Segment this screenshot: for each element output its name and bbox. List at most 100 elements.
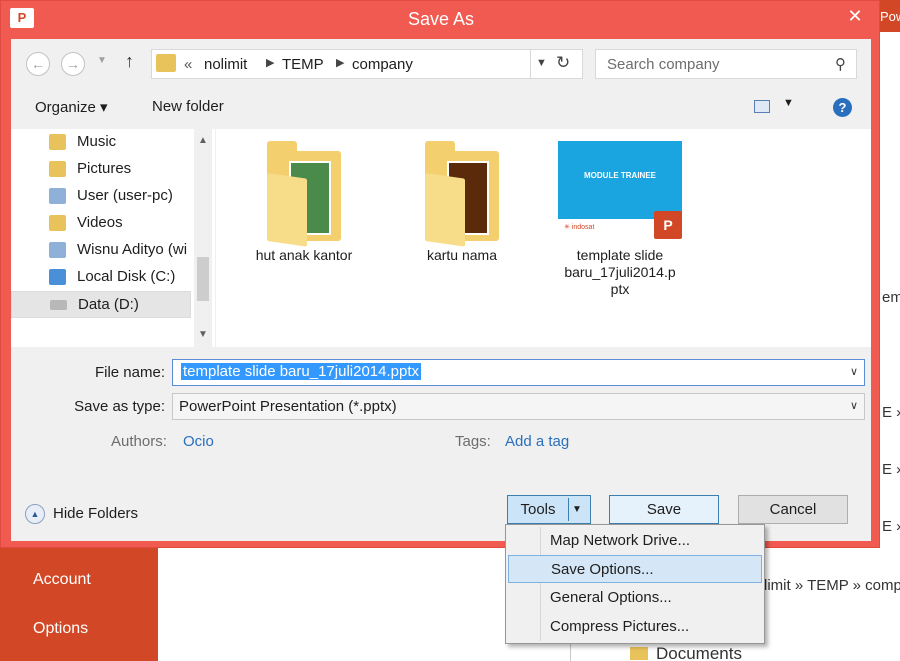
save-as-type-value: PowerPoint Presentation (*.pptx)	[179, 398, 397, 415]
breadcrumb-company[interactable]: company	[352, 56, 413, 73]
up-arrow-icon[interactable]: ↑	[125, 51, 134, 72]
music-folder-icon	[49, 134, 66, 150]
thumbnail-title: MODULE TRAINEE	[584, 171, 656, 180]
sidebar-item-music[interactable]: Music	[11, 129, 191, 156]
file-label-line: baru_17juli2014.p	[564, 264, 676, 280]
hide-folders-label: Hide Folders	[53, 505, 139, 522]
file-item-folder[interactable]: hut anak kantor	[234, 141, 374, 264]
dialog-titlebar[interactable]: P Save As ✕	[1, 1, 881, 39]
file-item-folder[interactable]: kartu nama	[392, 141, 532, 264]
save-as-dialog: P Save As ✕ ← → ▼ ↑ « nolimit ▶ TEMP ▶ c…	[0, 0, 880, 548]
search-icon: ⚲	[835, 56, 846, 73]
background-app-title-fragment: Pow	[880, 0, 900, 32]
save-as-type-label: Save as type:	[74, 398, 165, 415]
search-placeholder: Search company	[607, 56, 720, 73]
disk-icon	[49, 269, 66, 285]
menu-item-save-options[interactable]: Save Options...	[508, 555, 762, 583]
backstage-nav-account[interactable]: Account	[33, 571, 91, 589]
tags-field[interactable]: Add a tag	[505, 433, 569, 450]
sidebar-item-videos[interactable]: Videos	[11, 210, 191, 237]
background-recent-path[interactable]: limit » TEMP » comp	[764, 577, 900, 594]
backstage-nav-options[interactable]: Options	[33, 620, 88, 638]
powerpoint-file-icon: P	[654, 211, 682, 239]
scroll-down-icon[interactable]: ▼	[198, 329, 208, 340]
tags-label: Tags:	[455, 433, 491, 450]
file-list[interactable]: hut anak kantor kartu nama MODULE TRAINE…	[216, 129, 871, 347]
scrollbar-thumb[interactable]	[197, 257, 209, 301]
breadcrumb-nolimit[interactable]: nolimit	[204, 56, 247, 73]
backstage-nav: Account Options	[0, 548, 158, 661]
videos-folder-icon	[49, 215, 66, 231]
search-input[interactable]: Search company ⚲	[595, 49, 857, 79]
file-name-input[interactable]: template slide baru_17juli2014.pptx ∨	[172, 359, 865, 386]
file-item-label: hut anak kantor	[255, 247, 353, 263]
close-button[interactable]: ✕	[835, 3, 875, 29]
tools-menu: Map Network Drive... Save Options... Gen…	[505, 524, 765, 644]
menu-item-label: General Options...	[550, 589, 672, 606]
authors-field[interactable]: Ocio	[183, 433, 214, 450]
save-button[interactable]: Save	[609, 495, 719, 524]
dialog-body: ← → ▼ ↑ « nolimit ▶ TEMP ▶ company ▼ ↻ S…	[11, 39, 871, 541]
address-dropdown-chevron-icon[interactable]: ▼	[536, 57, 547, 69]
menu-item-label: Map Network Drive...	[550, 532, 691, 549]
navigation-scrollbar[interactable]	[194, 129, 212, 347]
folder-icon	[156, 54, 176, 72]
organize-menu-button[interactable]: Organize ▾	[35, 98, 108, 116]
navigation-pane[interactable]: Music Pictures User (user-pc) Videos Wis…	[11, 129, 215, 347]
background-text-fragment: E »	[882, 518, 900, 535]
sidebar-item-data-d[interactable]: Data (D:)	[11, 291, 191, 318]
arrow-left-icon: ←	[31, 56, 45, 72]
help-icon[interactable]: ?	[833, 98, 852, 117]
sidebar-item-pictures[interactable]: Pictures	[11, 156, 191, 183]
view-options-chevron-icon[interactable]: ▼	[783, 97, 794, 109]
tools-label: Tools	[520, 501, 556, 518]
pictures-folder-icon	[49, 161, 66, 177]
collapse-up-icon: ▲	[25, 504, 45, 524]
new-folder-button[interactable]: New folder	[152, 98, 224, 115]
file-name-value: template slide baru_17juli2014.pptx	[181, 363, 421, 380]
tools-button[interactable]: Tools ▼	[507, 495, 591, 524]
scroll-up-icon[interactable]: ▲	[198, 135, 208, 146]
sidebar-item-local-disk-c[interactable]: Local Disk (C:)	[11, 264, 191, 291]
recent-locations-chevron-icon[interactable]: ▼	[97, 55, 107, 66]
background-text-fragment: E »	[882, 461, 900, 478]
breadcrumb-overflow[interactable]: «	[184, 56, 192, 73]
forward-button[interactable]: →	[61, 52, 85, 76]
breadcrumb-temp[interactable]: TEMP	[282, 56, 324, 73]
sidebar-item-label: User (user-pc)	[77, 187, 173, 204]
file-item-label: kartu nama	[426, 247, 498, 263]
menu-item-general-options[interactable]: General Options...	[508, 584, 762, 612]
refresh-icon[interactable]: ↻	[556, 53, 570, 73]
sidebar-item-label: Local Disk (C:)	[77, 268, 176, 285]
back-button[interactable]: ←	[26, 52, 50, 76]
cancel-button[interactable]: Cancel	[738, 495, 848, 524]
file-name-label: File name:	[94, 364, 165, 381]
sidebar-item-user-pc[interactable]: User (user-pc)	[11, 183, 191, 210]
menu-item-map-network-drive[interactable]: Map Network Drive...	[508, 527, 762, 555]
sidebar-item-label: Pictures	[77, 160, 132, 177]
chevron-down-icon[interactable]: ∨	[850, 365, 858, 378]
authors-label: Authors:	[111, 433, 167, 450]
address-bar[interactable]: « nolimit ▶ TEMP ▶ company ▼ ↻	[151, 49, 583, 79]
file-label-line: template slide	[576, 247, 664, 263]
background-documents-item[interactable]: Documents	[630, 644, 742, 661]
menu-item-label: Save Options...	[551, 561, 654, 578]
drive-icon	[50, 300, 67, 310]
menu-item-compress-pictures[interactable]: Compress Pictures...	[508, 613, 762, 641]
menu-item-label: Compress Pictures...	[550, 618, 690, 635]
sidebar-item-label: Music	[77, 133, 117, 150]
file-item-label: template slide baru_17juli2014.p ptx	[550, 247, 690, 298]
sidebar-item-label: Wisnu Adityo (wi	[77, 241, 188, 258]
dialog-title: Save As	[407, 9, 475, 29]
sidebar-item-wisnu-adityo[interactable]: Wisnu Adityo (wi	[11, 237, 191, 264]
documents-folder-icon	[630, 647, 648, 660]
network-computer-icon	[49, 188, 66, 204]
breadcrumb-separator-icon[interactable]: ▶	[336, 56, 344, 69]
change-view-icon[interactable]	[754, 100, 770, 113]
breadcrumb-separator-icon[interactable]: ▶	[266, 56, 274, 69]
save-as-type-select[interactable]: PowerPoint Presentation (*.pptx) ∨	[172, 393, 865, 420]
chevron-down-icon: ▼	[572, 504, 582, 515]
file-item-pptx[interactable]: MODULE TRAINEE ✳ indosat P template slid…	[550, 141, 690, 298]
file-label-line: ptx	[610, 281, 630, 297]
arrow-right-icon: →	[66, 56, 80, 72]
